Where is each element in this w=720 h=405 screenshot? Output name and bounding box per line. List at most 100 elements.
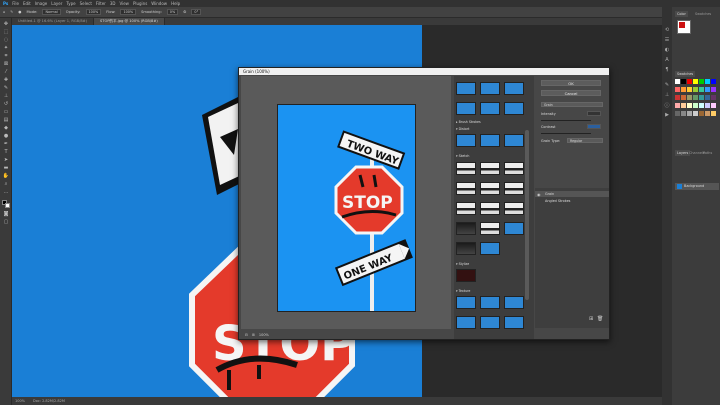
filter-thumb[interactable]	[480, 296, 500, 309]
filter-thumb[interactable]	[456, 202, 476, 215]
menu-type[interactable]: Type	[66, 0, 75, 7]
menu-file[interactable]: File	[12, 0, 19, 7]
clone-source-icon[interactable]: ⊥	[664, 92, 670, 98]
actions-icon[interactable]: ▶	[664, 112, 670, 118]
angle-field[interactable]: 0°	[191, 9, 202, 15]
filter-select[interactable]: Grain	[541, 102, 603, 107]
brush-tool-icon[interactable]: ✎	[10, 10, 13, 14]
ok-button[interactable]: OK	[541, 80, 601, 86]
tab-paths[interactable]: Paths	[701, 150, 714, 156]
menu-window[interactable]: Window	[151, 0, 167, 7]
brush-settings-icon[interactable]: ✎	[664, 82, 670, 88]
filter-gallery-list[interactable]: ▸ Brush Strokes ▾ Distort ▾ Sketch ▾ Sty…	[454, 76, 534, 339]
zoom-readout[interactable]: 100%	[15, 399, 25, 403]
type-tool-icon[interactable]: T	[2, 149, 10, 155]
tab-color[interactable]: Color	[675, 11, 688, 17]
contrast-slider[interactable]	[541, 133, 591, 134]
marquee-tool-icon[interactable]: ⬚	[2, 29, 10, 35]
intensity-slider[interactable]	[541, 120, 591, 121]
menu-layer[interactable]: Layer	[51, 0, 62, 7]
foreground-color-chip[interactable]	[679, 22, 685, 28]
filter-thumb[interactable]	[504, 296, 524, 309]
info-icon[interactable]: ⓘ	[664, 102, 670, 109]
quick-select-tool-icon[interactable]: ✦	[2, 45, 10, 51]
mode-select[interactable]: Normal	[42, 9, 61, 15]
filter-thumb[interactable]	[456, 102, 476, 115]
filter-thumb[interactable]	[456, 182, 476, 195]
filter-thumb[interactable]	[480, 316, 500, 329]
frame-tool-icon[interactable]: ⊠	[2, 61, 10, 67]
filter-thumb[interactable]	[480, 82, 500, 95]
crop-tool-icon[interactable]: ⌗	[2, 53, 10, 59]
character-icon[interactable]: A	[664, 57, 670, 63]
filter-thumb[interactable]	[456, 134, 476, 147]
eyedropper-tool-icon[interactable]: ⁄	[2, 69, 10, 75]
filter-thumb[interactable]	[480, 134, 500, 147]
home-icon[interactable]: ⌂	[3, 10, 5, 14]
tab-swatches-top[interactable]: Swatches	[693, 11, 713, 17]
layer-row-background[interactable]: Background	[675, 183, 719, 190]
smoothing-field[interactable]: 0%	[166, 9, 179, 15]
shape-tool-icon[interactable]: ▬	[2, 165, 10, 171]
move-tool-icon[interactable]: ✥	[2, 21, 10, 27]
menu-filter[interactable]: Filter	[96, 0, 106, 7]
filter-thumb[interactable]	[504, 182, 524, 195]
quick-mask-icon[interactable]: ◙	[2, 211, 10, 217]
eye-icon[interactable]: ◉	[537, 192, 541, 197]
paragraph-icon[interactable]: ¶	[664, 67, 670, 73]
brush-tool-sidebar-icon[interactable]: ✎	[2, 85, 10, 91]
history-brush-icon[interactable]: ↺	[2, 101, 10, 107]
tab-swatches[interactable]: Swatches	[675, 71, 696, 77]
effect-layer-angled-strokes[interactable]: Angled Strokes	[535, 198, 609, 204]
filter-thumb[interactable]	[504, 82, 524, 95]
zoom-in-button[interactable]: ⊞	[252, 333, 255, 337]
preview-image[interactable]: TWO WAY STOP ONE WAY	[277, 104, 416, 312]
new-effect-layer-icon[interactable]: ⊞	[589, 316, 593, 322]
blur-tool-icon[interactable]: ◆	[2, 125, 10, 131]
filter-thumb[interactable]	[480, 182, 500, 195]
filter-thumb[interactable]	[456, 296, 476, 309]
properties-icon[interactable]: ☰	[664, 37, 670, 43]
zoom-value[interactable]: 100%	[259, 333, 269, 337]
delete-effect-layer-icon[interactable]: 🗑	[597, 316, 603, 322]
menu-help[interactable]: Help	[171, 0, 180, 7]
cancel-button[interactable]: Cancel	[541, 90, 601, 96]
filter-thumb[interactable]	[480, 222, 500, 235]
healing-tool-icon[interactable]: ✚	[2, 77, 10, 83]
stamp-tool-icon[interactable]: ⊥	[2, 93, 10, 99]
hand-tool-icon[interactable]: ✋	[2, 173, 10, 179]
gradient-tool-icon[interactable]: ▤	[2, 117, 10, 123]
zoom-tool-icon[interactable]: ⌕	[2, 181, 10, 187]
folder-brush-strokes[interactable]: ▸ Brush Strokes	[456, 120, 481, 125]
screen-mode-icon[interactable]: ▢	[2, 219, 10, 225]
contrast-field[interactable]	[587, 124, 601, 129]
more-tools-icon[interactable]: …	[2, 189, 10, 195]
filter-thumb[interactable]	[456, 222, 476, 235]
folder-distort[interactable]: ▾ Distort	[456, 127, 469, 132]
filter-thumb[interactable]	[504, 316, 524, 329]
flow-field[interactable]: 100%	[120, 9, 137, 15]
gallery-scrollbar[interactable]	[525, 130, 529, 300]
tab-stop-image[interactable]: STOP的平.jpg @ 100% (RGB/8#)	[94, 18, 165, 25]
folder-stylize[interactable]: ▾ Stylize	[456, 262, 469, 267]
eraser-tool-icon[interactable]: ▭	[2, 109, 10, 115]
tab-untitled[interactable]: Untitled-1 @ 16.6% (Layer 1, RGB/8#)	[12, 18, 95, 25]
menu-3d[interactable]: 3D	[110, 0, 116, 7]
swatches-grid[interactable]	[675, 79, 720, 129]
menu-image[interactable]: Image	[35, 0, 48, 7]
effect-layer-grain[interactable]: Grain	[535, 191, 609, 197]
filter-thumb[interactable]	[456, 82, 476, 95]
grain-type-select[interactable]: Regular	[567, 138, 603, 143]
gear-icon[interactable]: ⚙	[183, 10, 186, 14]
filter-thumb[interactable]	[480, 202, 500, 215]
filter-thumb[interactable]	[504, 134, 524, 147]
intensity-field[interactable]	[587, 111, 601, 116]
menu-view[interactable]: View	[119, 0, 129, 7]
folder-texture[interactable]: ▾ Texture	[456, 289, 470, 294]
opacity-field[interactable]: 100%	[85, 9, 102, 15]
menu-plugins[interactable]: Plugins	[133, 0, 147, 7]
filter-thumb[interactable]	[456, 242, 476, 255]
history-icon[interactable]: ⟲	[664, 27, 670, 33]
menu-edit[interactable]: Edit	[23, 0, 31, 7]
filter-thumb[interactable]	[456, 269, 476, 282]
